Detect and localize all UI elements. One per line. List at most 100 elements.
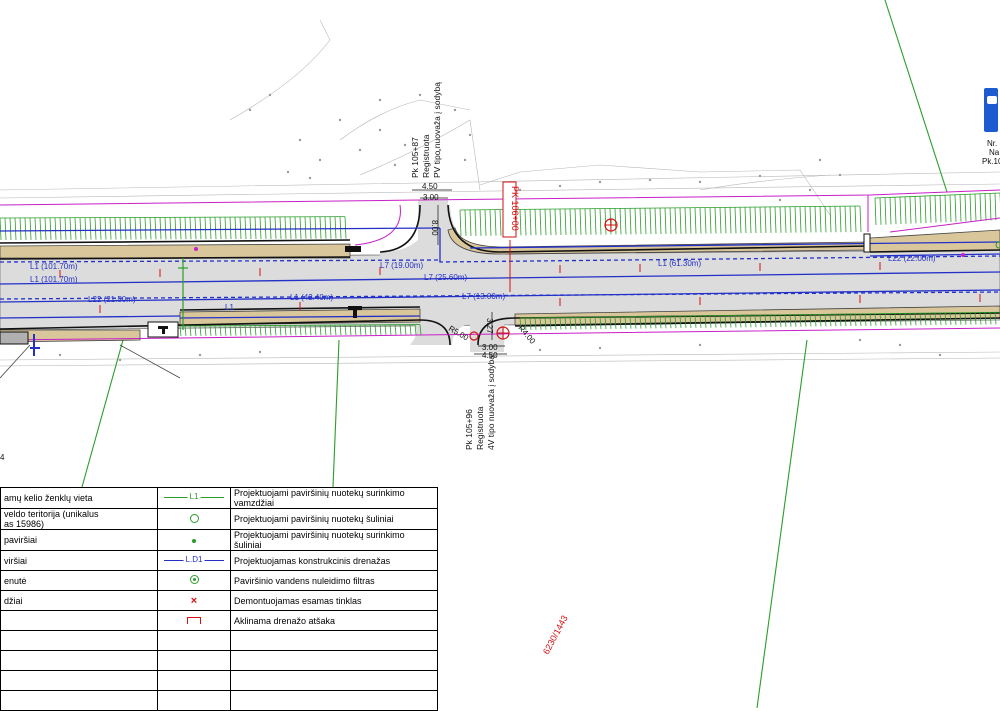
slope-hatch-line bbox=[749, 207, 752, 234]
slope-hatch-line bbox=[919, 196, 922, 224]
manhole-symbol bbox=[157, 508, 231, 530]
slope-hatch-line bbox=[344, 216, 347, 239]
slope-hatch-line bbox=[624, 208, 627, 235]
pipe-label-l7-13: L7 (13.00m) bbox=[462, 292, 505, 301]
legend-description: Projektuojami paviršinių nuotekų šulinia… bbox=[230, 508, 438, 530]
pipe-label-l1-42: L1 (42.40m) bbox=[290, 293, 333, 302]
slope-hatch-line bbox=[739, 207, 742, 234]
slope-hatch-line bbox=[14, 217, 17, 240]
slope-hatch-line bbox=[274, 216, 277, 239]
survey-point bbox=[538, 348, 542, 352]
slope-hatch-line bbox=[719, 207, 722, 234]
legend-empty-symbol bbox=[157, 630, 231, 651]
legend-description: Projektuojami paviršinių nuotekų surinki… bbox=[230, 487, 438, 509]
width-top-inner: 3.00 bbox=[423, 193, 439, 202]
survey-point bbox=[198, 353, 202, 357]
survey-point bbox=[248, 108, 252, 112]
filter-symbol bbox=[157, 570, 231, 591]
driveway-note-bottom: Pk 105+96 Registruota 4V tipo nuovaža į … bbox=[464, 355, 496, 450]
survey-point bbox=[453, 108, 457, 112]
slope-hatch-line bbox=[524, 209, 527, 236]
slope-hatch-line bbox=[494, 209, 497, 236]
slope-hatch-line bbox=[159, 217, 162, 240]
slope-hatch-line bbox=[64, 217, 67, 240]
slope-hatch-line bbox=[554, 209, 557, 236]
survey-point bbox=[698, 343, 702, 347]
slope-hatch-line bbox=[334, 216, 337, 239]
slope-hatch-line bbox=[534, 209, 537, 236]
slope-hatch-line bbox=[709, 207, 712, 234]
slope-hatch-line bbox=[464, 209, 467, 236]
slope-hatch-line bbox=[499, 209, 502, 236]
survey-point bbox=[648, 178, 652, 182]
slope-hatch-line bbox=[834, 206, 837, 233]
survey-point bbox=[898, 343, 902, 347]
survey-point bbox=[818, 158, 822, 162]
slope-hatch-line bbox=[89, 217, 92, 240]
slope-hatch-line bbox=[799, 206, 802, 233]
legend-description: Aklinama drenažo atšaka bbox=[230, 610, 438, 631]
survey-point bbox=[558, 184, 562, 188]
dot-icon bbox=[192, 539, 196, 543]
slope-hatch-line bbox=[979, 193, 982, 221]
legend-left-cell: veldo teritorija (unikalus as 15986) bbox=[0, 508, 158, 530]
legend-left-cell: paviršiai bbox=[0, 529, 158, 551]
slope-hatch-line bbox=[914, 196, 917, 224]
survey-point bbox=[318, 158, 322, 162]
pipe-label-l1-short: L1 bbox=[225, 303, 234, 312]
slope-hatch-line bbox=[224, 217, 227, 240]
survey-point bbox=[378, 128, 382, 132]
slope-hatch-line bbox=[149, 217, 152, 240]
slope-hatch-line bbox=[9, 217, 12, 240]
slope-hatch-line bbox=[254, 216, 257, 239]
slope-hatch-line bbox=[884, 197, 887, 225]
slope-hatch-line bbox=[299, 216, 302, 239]
slope-hatch-line bbox=[964, 194, 967, 222]
slope-hatch-line bbox=[109, 217, 112, 240]
radius-right: R4.00 bbox=[516, 324, 537, 347]
slope-hatch-line bbox=[789, 206, 792, 233]
survey-point bbox=[938, 353, 942, 357]
slope-hatch-line bbox=[769, 206, 772, 233]
width-top-outer: 4.50 bbox=[422, 182, 438, 191]
legend-row bbox=[0, 650, 438, 671]
bottom-left-line-2 bbox=[119, 344, 181, 379]
slope-hatch-line bbox=[644, 208, 647, 235]
slope-hatch-line bbox=[39, 217, 42, 240]
line-symbol-label: L.D1 bbox=[183, 554, 205, 565]
slope-hatch-line bbox=[874, 197, 877, 226]
slope-hatch-line bbox=[989, 193, 992, 221]
survey-point bbox=[58, 353, 62, 357]
survey-point bbox=[268, 93, 272, 97]
bracket-icon bbox=[187, 616, 201, 624]
legend-row bbox=[0, 670, 438, 691]
slope-hatch-line bbox=[229, 217, 232, 240]
slope-hatch-line bbox=[794, 206, 797, 233]
slope-hatch-line bbox=[584, 208, 587, 235]
slope-hatch-line bbox=[339, 216, 342, 239]
pipe-label-l1-61: L1 (61.30m) bbox=[658, 259, 701, 268]
slope-hatch-line bbox=[829, 206, 832, 233]
slope-hatch-line bbox=[324, 216, 327, 239]
legend-description bbox=[230, 670, 438, 691]
slope-hatch-line bbox=[74, 217, 77, 240]
slope-edge-line bbox=[0, 216, 346, 219]
slope-hatch-line bbox=[704, 207, 707, 234]
survey-point bbox=[778, 198, 782, 202]
slope-hatch-line bbox=[744, 207, 747, 234]
slope-hatch-line bbox=[839, 206, 842, 233]
edge-number: 4 bbox=[0, 453, 5, 462]
survey-point bbox=[308, 176, 312, 180]
sign-text-1: Nr. bbox=[987, 139, 997, 148]
slope-hatch-line bbox=[154, 217, 157, 240]
slope-hatch-line bbox=[729, 207, 732, 234]
slope-hatch-line bbox=[684, 207, 687, 234]
slope-hatch-line bbox=[184, 217, 187, 240]
slope-hatch-line bbox=[639, 208, 642, 235]
slope-hatch-line bbox=[984, 193, 987, 221]
slope-hatch-line bbox=[824, 206, 827, 233]
legend-row: paviršiai Projektuojami paviršinių nuotek… bbox=[0, 529, 438, 551]
driveway-note-top: Pk 105+87 Registruota PV tipo nuovaža į … bbox=[410, 82, 442, 178]
sign-text-2: Na bbox=[989, 148, 1000, 157]
slope-hatch-line bbox=[474, 209, 477, 236]
